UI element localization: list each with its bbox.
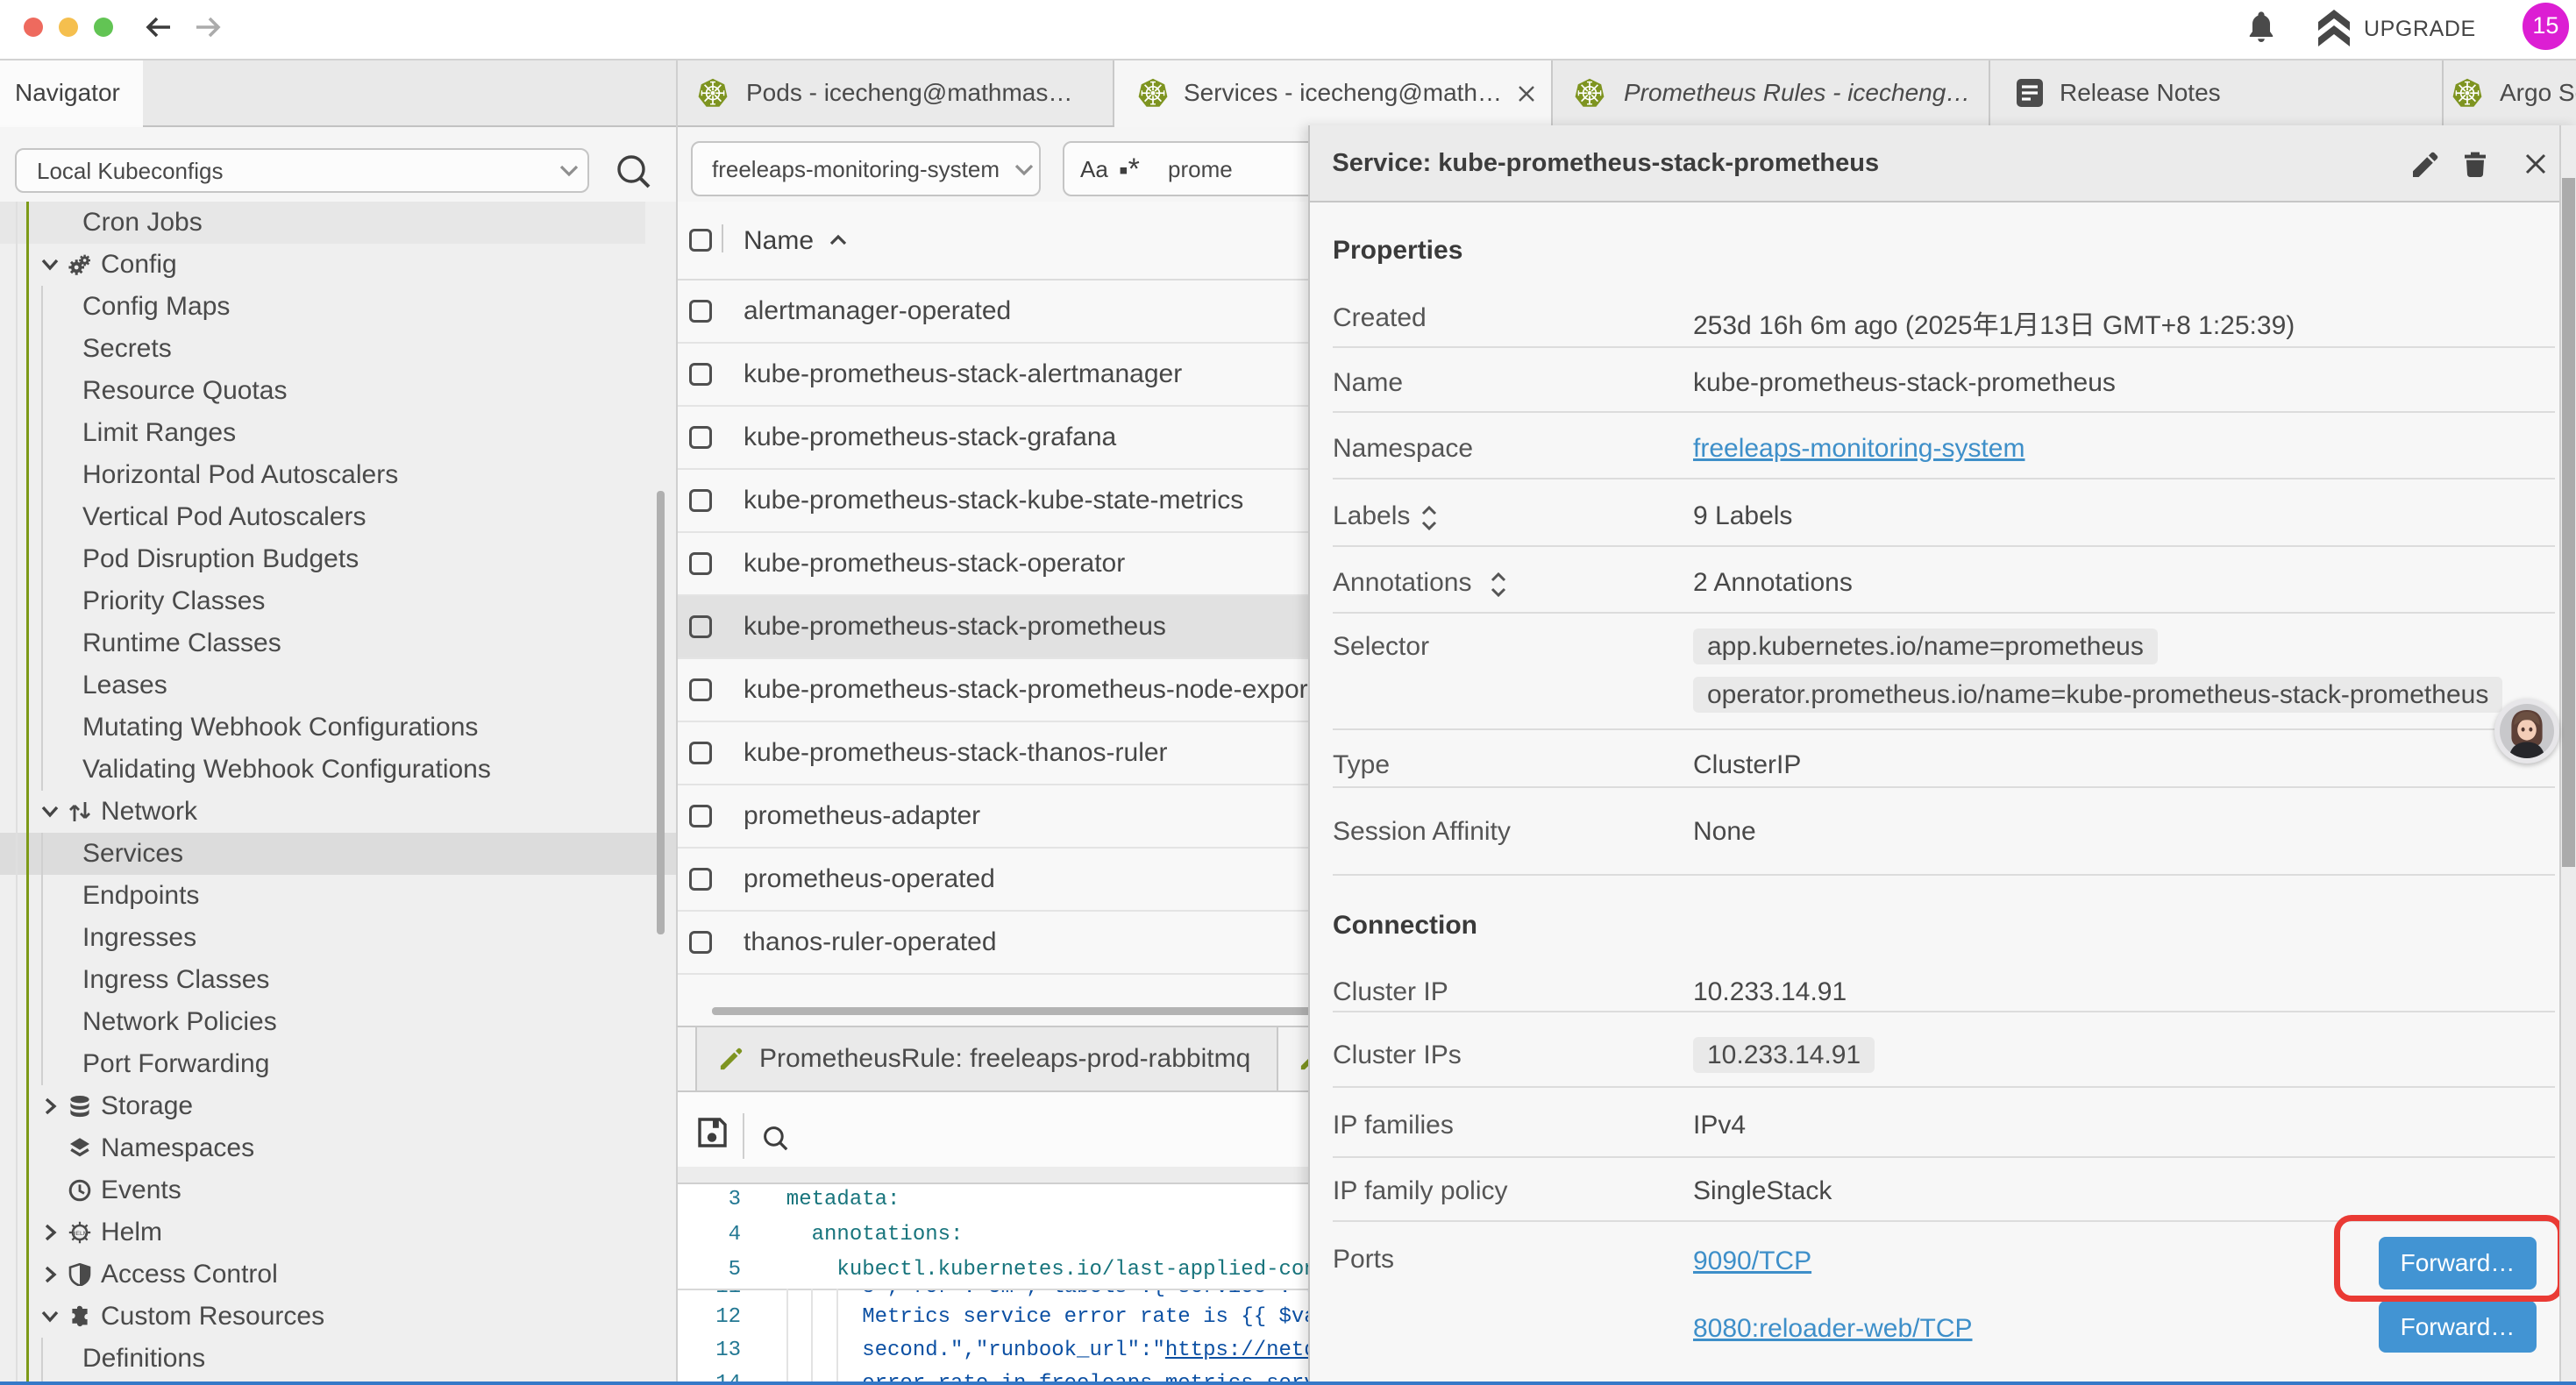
svg-text:HELM: HELM — [72, 1231, 89, 1237]
